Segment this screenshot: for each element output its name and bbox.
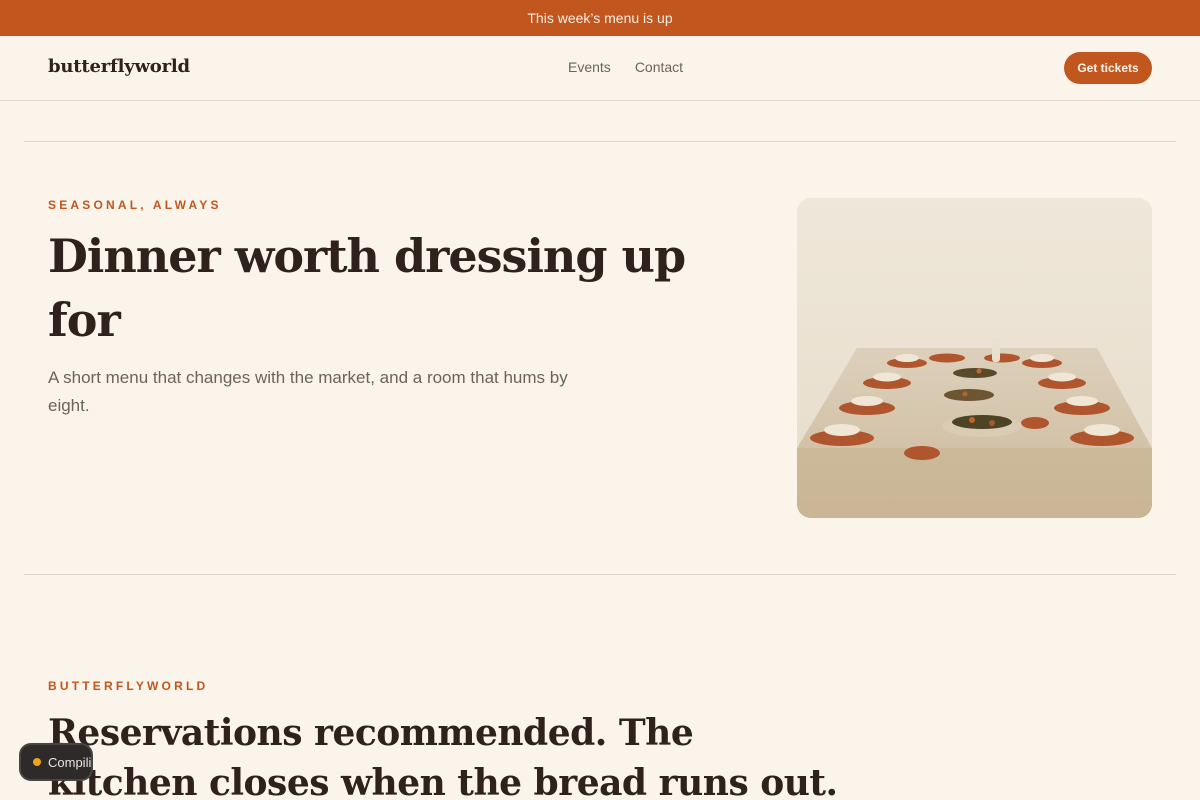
- brand-logo[interactable]: butterflyworld: [48, 56, 190, 77]
- hero-title: Dinner worth dressing up for: [48, 229, 686, 347]
- get-tickets-button[interactable]: Get tickets: [1064, 52, 1152, 84]
- announcement-bar: This week’s menu is up: [0, 0, 1200, 36]
- dinner-table-image: [797, 198, 1152, 518]
- hero-eyebrow: Seasonal, always: [48, 198, 222, 212]
- main-nav: Events Contact: [568, 59, 683, 75]
- announcement-text: This week’s menu is up: [527, 10, 673, 26]
- nav-link-contact[interactable]: Contact: [635, 59, 683, 75]
- section-title: Reservations recommended. The kitchen cl…: [48, 712, 838, 800]
- divider: [24, 574, 1176, 575]
- section-eyebrow: butterflyworld: [48, 679, 209, 693]
- hero-subtitle: A short menu that changes with the marke…: [48, 368, 568, 415]
- compiling-status-pill[interactable]: Compiling: [19, 743, 93, 781]
- status-dot-icon: [33, 758, 41, 766]
- status-label: Compiling: [48, 754, 92, 770]
- divider: [24, 141, 1176, 142]
- site-header: butterflyworld Events Contact Get ticket…: [0, 36, 1200, 101]
- nav-link-events[interactable]: Events: [568, 59, 611, 75]
